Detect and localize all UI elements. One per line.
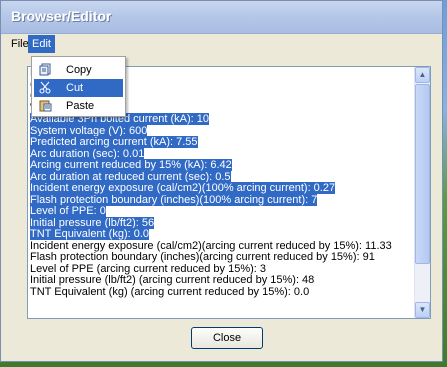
edit-menu-dropdown: Copy Cut Paste [31,56,126,117]
text-line-content: Flash protection boundary (inches)(arcin… [30,251,375,263]
close-button[interactable]: Close [191,327,263,349]
text-line: TNT Equivalent (kg) (arcing current redu… [30,285,413,299]
chevron-down-icon: ▼ [418,305,427,314]
text-line-content: TNT Equivalent (kg): 0.0 [30,228,150,240]
text-line-content: System voltage (V): 600 [30,124,148,137]
menu-item-cut-label: Cut [66,82,84,94]
title-bar[interactable]: Browser/Editor [1,1,442,34]
text-line-content: Level of PPE: 0 [30,205,106,217]
text-line: Incident energy exposure (cal/cm2)(100% … [30,182,413,195]
text-line-content: Initial pressure (lb/ft2) (arcing curren… [30,274,315,286]
text-line-content: Arc duration at reduced current (sec): 0… [30,170,231,183]
vertical-scrollbar[interactable]: ▲ ▼ [414,67,430,318]
browser-editor-window: Browser/Editor File Edit Equ chgearGap t… [0,0,443,362]
text-line-content: Arcing current reduced by 15% (kA): 6.42 [30,159,232,171]
window-title: Browser/Editor [11,8,112,24]
paste-icon [38,99,52,113]
text-line-content: Flash protection boundary (inches)(100% … [30,193,318,206]
scrollbar-thumb[interactable] [415,84,430,264]
text-line: Predicted arcing current (kA): 7.55 [30,136,413,149]
text-line-content: Incident energy exposure (cal/cm2)(arcin… [30,239,392,252]
chevron-up-icon: ▲ [418,70,427,79]
menu-edit[interactable]: Edit [28,35,55,53]
text-line-content: Predicted arcing current (kA): 7.55 [30,136,198,148]
menu-item-copy-label: Copy [66,64,92,76]
text-line: Level of PPE: 0 [30,205,413,218]
menu-item-copy[interactable]: Copy [34,61,123,79]
text-line-content: TNT Equivalent (kg) (arcing current redu… [30,285,310,298]
menu-bar: File Edit [1,34,442,55]
text-line-content: Incident energy exposure (cal/cm2)(100% … [30,182,336,194]
text-line: Arcing current reduced by 15% (kA): 6.42 [30,159,413,172]
cut-icon [38,81,52,95]
scroll-down-button[interactable]: ▼ [415,302,430,318]
menu-item-paste[interactable]: Paste [34,97,123,115]
menu-item-cut[interactable]: Cut [34,79,123,97]
copy-icon [38,63,52,77]
text-line-content: Initial pressure (lb/ft2): 56 [30,216,155,229]
text-line-content: Level of PPE (arcing current reduced by … [30,262,267,275]
menu-item-paste-label: Paste [66,100,95,112]
scroll-up-button[interactable]: ▲ [415,67,430,83]
text-line-content: Arc duration (sec): 0.01 [30,147,145,160]
